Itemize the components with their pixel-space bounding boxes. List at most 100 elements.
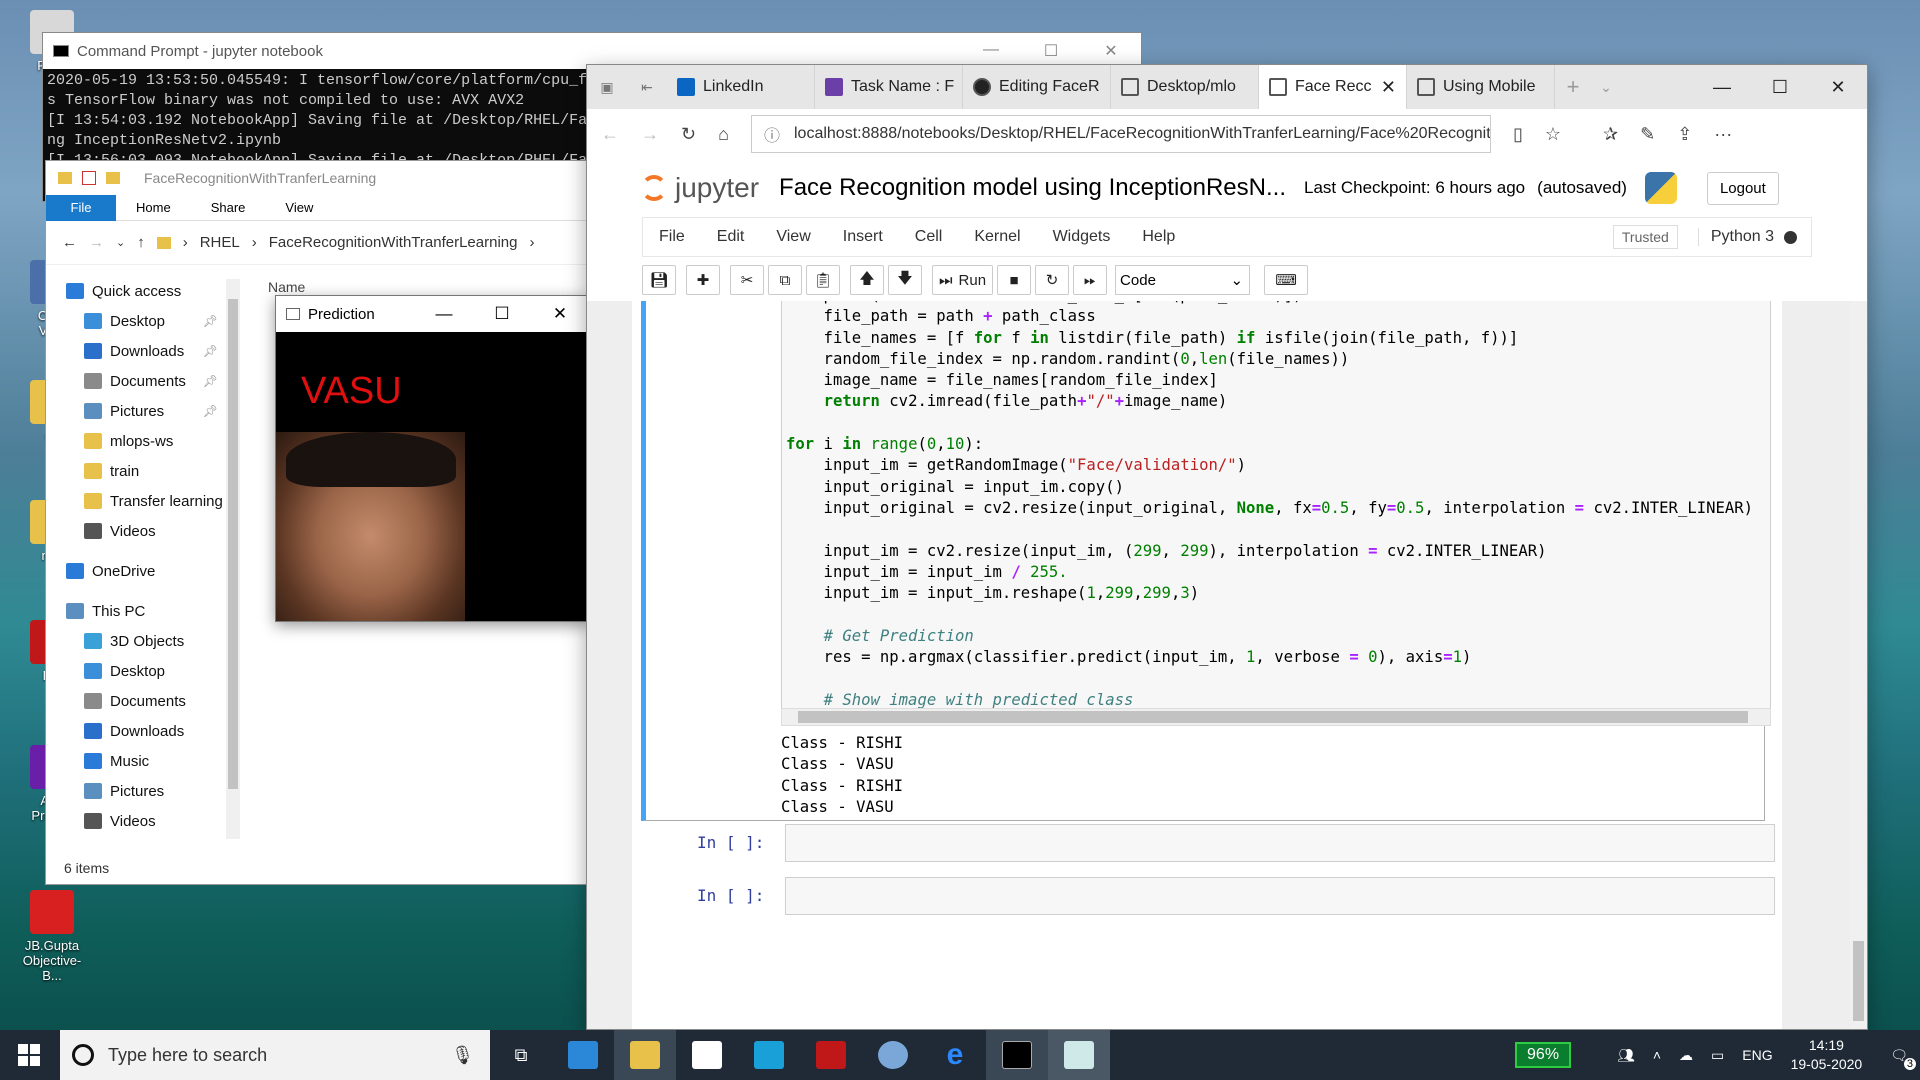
onedrive-cloud-icon[interactable]: ☁ <box>1679 1047 1693 1064</box>
task-view-icon[interactable]: ⧉ <box>490 1030 552 1080</box>
more-icon[interactable]: ··· <box>1714 124 1732 145</box>
restart-run-all-icon[interactable]: ⏩︎ <box>1073 265 1108 295</box>
nav-item[interactable]: Videos <box>84 806 226 836</box>
cell-type-select[interactable]: Code ⌄ <box>1115 265 1251 295</box>
microphone-icon[interactable]: 🎙︎ <box>451 1045 474 1066</box>
save-icon[interactable]: 💾︎ <box>642 265 676 295</box>
breadcrumb-rhel[interactable]: RHEL <box>200 234 240 251</box>
prediction-titlebar[interactable]: Prediction — ☐ ✕ <box>276 296 589 332</box>
nav-item[interactable]: This PC <box>66 596 226 626</box>
move-down-icon[interactable]: 🡇 <box>888 265 922 295</box>
nav-item[interactable]: Documents <box>84 686 226 716</box>
browser-tab[interactable]: Using Mobile <box>1407 65 1555 109</box>
browser-tab[interactable]: LinkedIn <box>667 65 815 109</box>
nav-scrollbar[interactable] <box>226 279 240 839</box>
nav-item[interactable]: Downloads <box>84 716 226 746</box>
back-arrow-icon[interactable]: ← <box>601 124 619 145</box>
taskbar-search[interactable]: Type here to search 🎙︎ <box>60 1030 490 1080</box>
pin-icon[interactable]: 📌︎ <box>203 374 218 388</box>
home-icon[interactable]: ⌂ <box>718 124 729 145</box>
code-horizontal-scrollbar[interactable] <box>781 708 1771 726</box>
move-up-icon[interactable]: 🡅 <box>850 265 884 295</box>
logout-button[interactable]: Logout <box>1706 171 1779 205</box>
app-window-icon[interactable] <box>1048 1030 1110 1080</box>
tab-actions-icon[interactable]: ▣ <box>587 79 627 96</box>
battery-icon[interactable]: ▭ <box>1711 1047 1724 1064</box>
maximize-icon[interactable]: ☐ <box>1751 77 1809 98</box>
nav-item[interactable]: train <box>84 456 226 486</box>
code-cell-selected[interactable]: print("Class - " + facekeo_dict_n[str(pa… <box>641 301 1771 821</box>
refresh-icon[interactable]: ↻ <box>681 124 696 145</box>
store-icon[interactable] <box>676 1030 738 1080</box>
close-icon[interactable]: ✕ <box>1809 77 1867 98</box>
jupyter-logo[interactable]: jupyter <box>641 172 759 204</box>
nav-item[interactable]: Music <box>84 746 226 776</box>
empty-code-cell[interactable] <box>785 877 1775 915</box>
paste-icon[interactable]: 📋︎ <box>806 265 840 295</box>
pin-icon[interactable]: 📌︎ <box>203 314 218 328</box>
url-field[interactable]: ⓘ localhost:8888/notebooks/Desktop/RHEL/… <box>750 115 1491 153</box>
edge-icon[interactable]: e <box>924 1030 986 1080</box>
name-column-header[interactable]: Name <box>268 279 305 295</box>
clock[interactable]: 14:19 19-05-2020 <box>1791 1036 1863 1074</box>
language-indicator[interactable]: ENG <box>1742 1047 1772 1063</box>
close-icon[interactable]: ✕ <box>531 304 589 324</box>
insert-cell-icon[interactable]: ✚ <box>686 265 720 295</box>
minimize-icon[interactable]: — <box>415 304 473 324</box>
explorer-address-bar[interactable]: ← → ⌄ ↑ › RHEL › FaceRecognitionWithTran… <box>46 221 604 265</box>
nav-item[interactable]: Transfer learning <box>84 486 226 516</box>
prediction-window[interactable]: Prediction — ☐ ✕ VASU <box>275 295 590 622</box>
battery-indicator[interactable]: 96% <box>1515 1042 1572 1068</box>
command-prompt-icon[interactable] <box>986 1030 1048 1080</box>
nav-item[interactable]: Documents 📌︎ <box>84 366 226 396</box>
share-icon[interactable]: ⇪ <box>1677 124 1692 145</box>
snipping-tool-icon[interactable] <box>862 1030 924 1080</box>
nav-item[interactable]: Desktop <box>84 656 226 686</box>
nav-item[interactable]: mlops-ws <box>84 426 226 456</box>
ribbon-tab-share[interactable]: Share <box>191 195 266 221</box>
close-tab-icon[interactable]: ✕ <box>1381 77 1396 98</box>
close-icon[interactable]: ✕ <box>1081 41 1141 61</box>
mail-icon[interactable] <box>552 1030 614 1080</box>
up-arrow-icon[interactable]: ↑ <box>137 234 145 251</box>
favorite-star-icon[interactable]: ☆ <box>1545 124 1561 145</box>
run-button[interactable]: ⏭︎ Run <box>932 265 994 295</box>
nav-item[interactable]: Videos <box>84 516 226 546</box>
notebook-title[interactable]: Face Recognition model using InceptionRe… <box>779 174 1286 202</box>
copy-icon[interactable]: ⧉ <box>768 265 802 295</box>
notebook-scrollbar[interactable] <box>1850 301 1867 1029</box>
chevron-down-icon[interactable]: ⌄ <box>116 236 125 249</box>
browser-tab[interactable]: Task Name : F <box>815 65 963 109</box>
file-explorer-icon[interactable] <box>614 1030 676 1080</box>
pin-icon[interactable]: 📌︎ <box>203 344 218 358</box>
people-icon[interactable]: 👥︎ <box>1617 1047 1635 1064</box>
chevron-down-icon[interactable]: ⌄ <box>1591 79 1621 96</box>
set-aside-tabs-icon[interactable]: ⇤ <box>627 79 667 96</box>
nav-item[interactable]: 3D Objects <box>84 626 226 656</box>
maximize-icon[interactable]: ☐ <box>473 304 531 324</box>
nav-item[interactable]: Quick access <box>66 276 226 306</box>
menu-file[interactable]: File <box>643 228 701 246</box>
mcafee-icon[interactable] <box>800 1030 862 1080</box>
new-tab-icon[interactable]: + <box>1555 74 1591 100</box>
pin-icon[interactable]: 📌︎ <box>203 404 218 418</box>
nav-item[interactable]: Pictures 📌︎ <box>84 396 226 426</box>
info-icon[interactable]: ⓘ <box>764 122 780 146</box>
favorites-hub-icon[interactable]: ✰ <box>1603 124 1618 145</box>
menu-help[interactable]: Help <box>1126 228 1191 246</box>
ribbon-tab-view[interactable]: View <box>265 195 333 221</box>
l-app-icon[interactable] <box>738 1030 800 1080</box>
nav-item[interactable]: Desktop 📌︎ <box>84 306 226 336</box>
forward-arrow-icon[interactable]: → <box>89 234 104 251</box>
browser-tab[interactable]: Face Recc ✕ <box>1259 65 1407 109</box>
restart-icon[interactable]: ↻ <box>1035 265 1070 295</box>
nav-item[interactable]: Downloads 📌︎ <box>84 336 226 366</box>
desktop-icon[interactable]: JB.Gupta Objective- B... <box>14 890 90 983</box>
browser-tab[interactable]: Desktop/mlo <box>1111 65 1259 109</box>
scrollbar-thumb[interactable] <box>798 711 1748 723</box>
back-arrow-icon[interactable]: ← <box>62 234 77 251</box>
ribbon-tab-file[interactable]: File <box>46 194 116 221</box>
ribbon-tab-home[interactable]: Home <box>116 195 191 221</box>
minimize-icon[interactable]: — <box>1693 77 1751 98</box>
start-windows-icon[interactable] <box>18 1044 40 1066</box>
